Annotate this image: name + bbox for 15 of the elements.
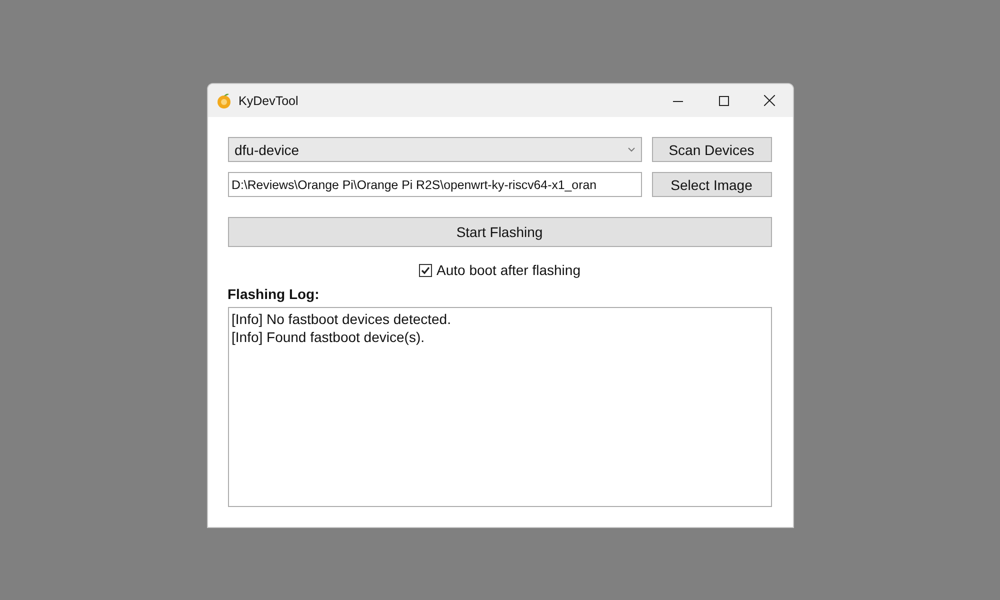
start-flashing-button[interactable]: Start Flashing bbox=[228, 217, 772, 247]
image-path-field[interactable]: D:\Reviews\Orange Pi\Orange Pi R2S\openwrt-ky-riscv64-x1_oran bbox=[228, 172, 642, 197]
select-image-button[interactable]: Select Image bbox=[652, 172, 772, 197]
log-line: [Info] No fastboot devices detected. bbox=[232, 311, 452, 327]
scan-devices-button[interactable]: Scan Devices bbox=[652, 137, 772, 162]
close-icon bbox=[764, 95, 775, 106]
log-line: [Info] Found fastboot device(s). bbox=[232, 329, 426, 345]
window-title: KyDevTool bbox=[238, 94, 300, 108]
auto-boot-label: Auto boot after flashing bbox=[436, 262, 580, 278]
device-dropdown[interactable]: dfu-device bbox=[228, 137, 642, 162]
fruit-logo-icon bbox=[216, 92, 232, 108]
auto-boot-checkbox[interactable] bbox=[418, 264, 432, 276]
maximize-icon bbox=[718, 96, 728, 106]
chevron-down-icon bbox=[628, 147, 634, 152]
log-label: Flashing Log: bbox=[228, 286, 320, 302]
